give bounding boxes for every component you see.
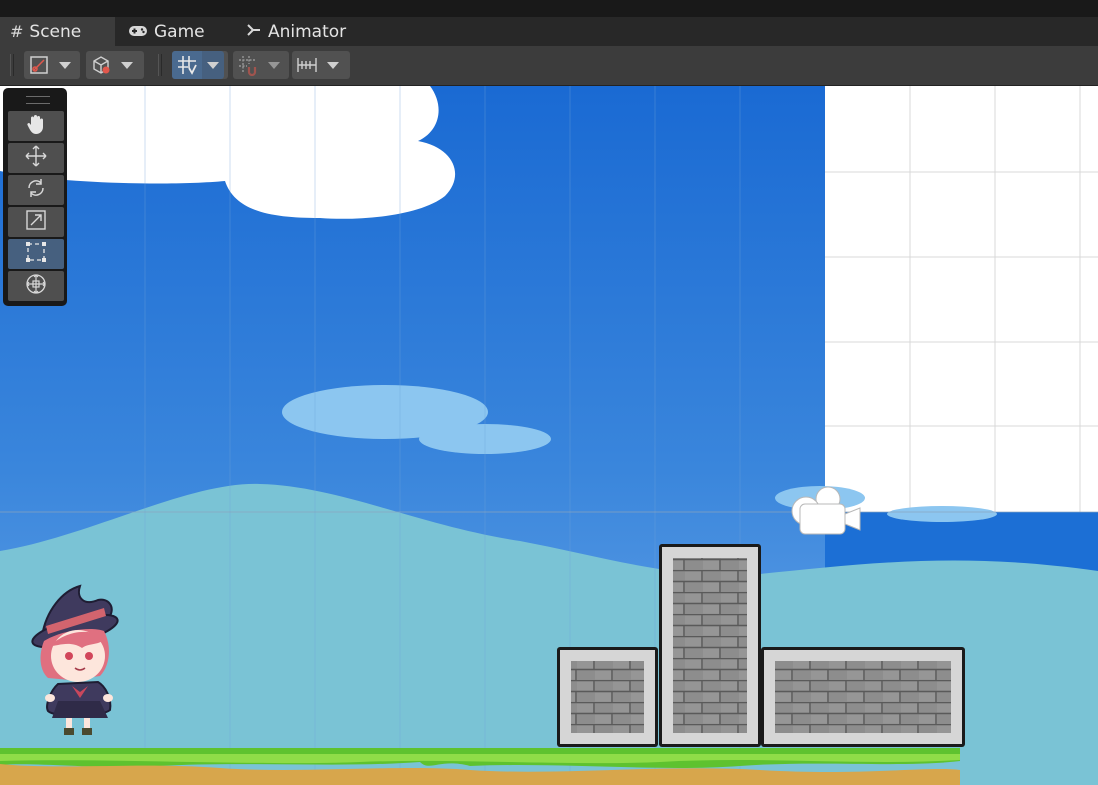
brick-block-left <box>557 647 658 747</box>
grid-visibility-dropdown-icon[interactable] <box>202 51 224 79</box>
draw-mode-icon <box>24 51 54 79</box>
scale-icon <box>25 209 47 235</box>
draw-mode-button[interactable] <box>24 51 80 79</box>
grid-toggle-icon <box>172 51 202 79</box>
move-tool[interactable] <box>8 143 64 173</box>
increment-snapping-dropdown-icon[interactable] <box>322 51 344 79</box>
scene-view-button[interactable] <box>86 51 144 79</box>
tab-animator[interactable]: Animator <box>236 17 366 46</box>
tab-game-label: Game <box>154 21 205 42</box>
window-top-strip <box>0 0 1098 17</box>
increment-snapping-button[interactable] <box>292 51 350 79</box>
snap-grid-icon <box>233 51 263 79</box>
unity-editor-window: # Scene Game Animator <box>0 0 1098 785</box>
gamepad-icon <box>128 22 148 41</box>
move-arrows-icon <box>24 144 48 172</box>
animator-icon <box>246 22 262 41</box>
tab-game[interactable]: Game <box>118 17 228 46</box>
brick-block-right <box>761 647 965 747</box>
hand-tool[interactable] <box>8 111 64 141</box>
rotate-tool[interactable] <box>8 175 64 205</box>
rect-transform-icon <box>24 240 48 268</box>
scene-toolbar <box>0 46 1098 86</box>
grid-visibility-button[interactable] <box>172 51 228 79</box>
grid-hash-icon: # <box>10 22 24 41</box>
scene-view-dropdown-icon[interactable] <box>116 51 138 79</box>
tab-scene-label: Scene <box>29 21 82 42</box>
scene-canvas <box>0 86 1098 785</box>
increment-snap-icon <box>292 51 322 79</box>
tab-bar: # Scene Game Animator <box>0 17 1098 46</box>
tool-palette <box>3 88 67 306</box>
transform-tool[interactable] <box>8 271 64 301</box>
brick-tower <box>659 544 761 747</box>
scale-tool[interactable] <box>8 207 64 237</box>
tab-scene[interactable]: # Scene <box>0 17 115 46</box>
scene-viewport[interactable] <box>0 86 1098 785</box>
cube-icon <box>86 51 116 79</box>
hand-icon <box>25 113 47 139</box>
outside-area <box>825 86 1098 512</box>
grid-snapping-button[interactable] <box>233 51 289 79</box>
draw-mode-dropdown-icon[interactable] <box>54 51 76 79</box>
transform-icon <box>24 272 48 300</box>
rotate-icon <box>25 177 47 203</box>
grid-snapping-dropdown-icon[interactable] <box>263 51 285 79</box>
palette-drag-handle[interactable] <box>26 96 50 104</box>
toolbar-grip[interactable] <box>10 54 14 76</box>
tab-animator-label: Animator <box>268 21 347 42</box>
toolbar-separator <box>158 54 162 76</box>
rect-tool[interactable] <box>8 239 64 269</box>
